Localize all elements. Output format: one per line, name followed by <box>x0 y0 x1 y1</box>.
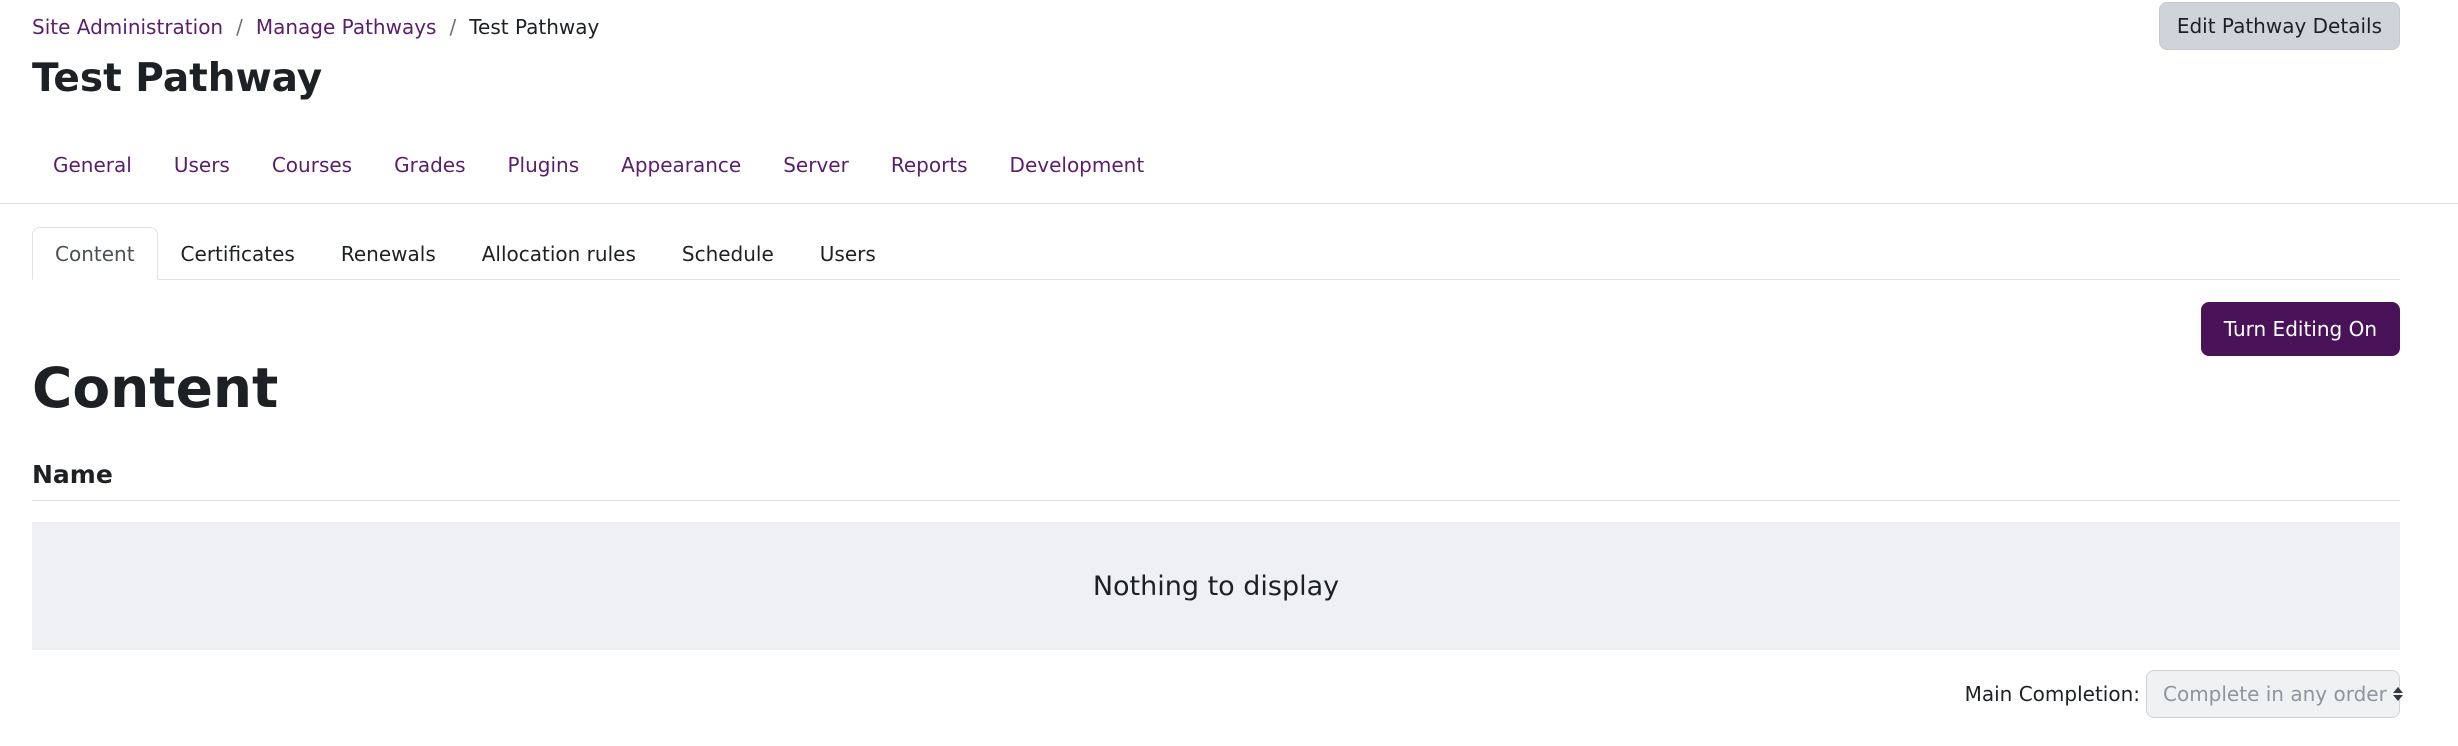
breadcrumb-separator: / <box>449 15 457 39</box>
breadcrumb-site-administration[interactable]: Site Administration <box>32 15 223 39</box>
turn-editing-on-button[interactable]: Turn Editing On <box>2200 302 2400 356</box>
main-completion-label: Main Completion: <box>1964 682 2140 706</box>
nav-item-courses[interactable]: Courses <box>251 153 373 177</box>
nav-item-general[interactable]: General <box>32 153 153 177</box>
main-completion-select[interactable]: Complete in any order <box>2146 670 2403 718</box>
primary-navigation: General Users Courses Grades Plugins App… <box>32 132 2458 198</box>
nav-item-plugins[interactable]: Plugins <box>487 153 601 177</box>
main-completion-value: Complete in any order <box>2163 682 2387 706</box>
tab-schedule[interactable]: Schedule <box>659 227 797 280</box>
table-header-name: Name <box>32 448 2400 501</box>
tab-renewals[interactable]: Renewals <box>318 227 459 280</box>
page-title: Test Pathway <box>32 56 323 101</box>
section-title: Content <box>32 356 279 420</box>
tab-users[interactable]: Users <box>797 227 899 280</box>
content-table: Name Nothing to display <box>32 448 2400 650</box>
breadcrumb: Site Administration / Manage Pathways / … <box>32 15 599 39</box>
breadcrumb-separator: / <box>236 15 243 39</box>
nav-item-server[interactable]: Server <box>762 153 870 177</box>
nav-item-grades[interactable]: Grades <box>373 153 486 177</box>
main-completion: Main Completion: Complete in any order <box>1964 670 2403 718</box>
breadcrumb-manage-pathways[interactable]: Manage Pathways <box>256 15 437 39</box>
nav-item-development[interactable]: Development <box>989 153 1166 177</box>
edit-pathway-details-button[interactable]: Edit Pathway Details <box>2158 2 2400 50</box>
nav-item-appearance[interactable]: Appearance <box>600 153 762 177</box>
breadcrumb-current: Test Pathway <box>469 15 600 39</box>
nav-item-reports[interactable]: Reports <box>870 153 989 177</box>
pathway-tabs: Content Certificates Renewals Allocation… <box>32 225 2400 280</box>
select-updown-arrows-icon <box>2392 687 2403 701</box>
nav-item-users[interactable]: Users <box>153 153 251 177</box>
empty-table-message: Nothing to display <box>32 522 2400 650</box>
tab-certificates[interactable]: Certificates <box>158 227 318 280</box>
tab-content[interactable]: Content <box>32 227 158 280</box>
nav-divider <box>0 203 2458 204</box>
tab-allocation-rules[interactable]: Allocation rules <box>459 227 659 280</box>
